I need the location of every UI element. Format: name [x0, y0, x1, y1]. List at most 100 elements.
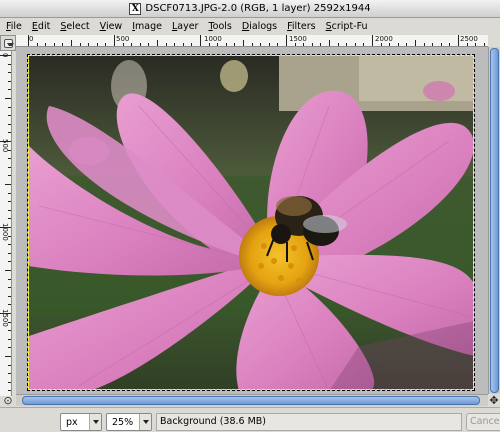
menu-bar: File Edit Select View Image Layer Tools …: [0, 18, 500, 34]
navigate-icon[interactable]: ✥: [488, 395, 500, 407]
ruler-tick: [157, 40, 158, 46]
ruler-tick: [53, 43, 55, 46]
ruler-tick: [432, 43, 434, 46]
ruler-tick: [8, 218, 11, 220]
vertical-ruler[interactable]: 0 500 1000 1500: [0, 51, 12, 396]
status-bar: px 25% Background (38.6 MB) Cancel: [0, 407, 500, 432]
pointer-icon[interactable]: ⊙: [2, 395, 14, 407]
menu-file[interactable]: File: [6, 21, 22, 32]
ruler-tick: [286, 35, 287, 46]
ruler-tick: [200, 35, 201, 46]
menu-edit[interactable]: Edit: [32, 21, 50, 32]
menu-tools[interactable]: Tools: [208, 21, 231, 32]
ruler-tick: [363, 43, 365, 46]
horizontal-ruler[interactable]: 0 500 1000 1500 2000 2500: [16, 35, 488, 47]
menu-view[interactable]: View: [100, 21, 123, 32]
status-message: Background (38.6 MB): [156, 413, 462, 431]
ruler-tick: [8, 261, 11, 263]
ruler-tick: [475, 43, 477, 46]
menu-image[interactable]: Image: [132, 21, 162, 32]
ruler-tick: [483, 43, 485, 46]
ruler-tick: [415, 40, 416, 46]
ruler-tick: [8, 373, 11, 375]
ruler-tick: [329, 40, 330, 46]
menu-select[interactable]: Select: [60, 21, 89, 32]
ruler-label: 1000: [1, 223, 9, 241]
ruler-tick: [36, 43, 38, 46]
unit-value: px: [66, 416, 78, 428]
chevron-down-icon[interactable]: [89, 414, 101, 430]
ruler-tick: [458, 35, 459, 46]
ruler-tick: [380, 43, 382, 46]
ruler-tick: [234, 43, 236, 46]
ruler-tick: [8, 158, 11, 160]
ruler-tick: [8, 295, 11, 297]
ruler-tick: [389, 43, 391, 46]
ruler-tick: [45, 43, 47, 46]
ruler-tick: [8, 123, 11, 125]
unit-selector[interactable]: px: [60, 413, 102, 431]
ruler-tick: [8, 80, 11, 82]
ruler-tick: [174, 43, 176, 46]
menu-filters[interactable]: Filters: [287, 21, 316, 32]
horizontal-scrollbar[interactable]: [16, 394, 488, 406]
image-menu-button[interactable]: [4, 39, 14, 48]
ruler-tick: [8, 201, 11, 203]
ruler-tick: [131, 43, 133, 46]
ruler-tick: [8, 166, 11, 168]
ruler-tick: [8, 287, 11, 289]
ruler-tick: [8, 252, 11, 254]
photo-flower-bee: [29, 56, 473, 389]
ruler-tick: [440, 43, 442, 46]
ruler-tick: [5, 98, 11, 99]
ruler-label: 1500: [289, 35, 307, 43]
ruler-label: 0: [29, 35, 34, 43]
ruler-tick: [8, 63, 11, 65]
ruler-tick: [8, 321, 11, 323]
ruler-tick: [0, 227, 11, 228]
cancel-button[interactable]: Cancel: [466, 413, 500, 431]
ruler-tick: [397, 43, 399, 46]
ruler-corner: [0, 35, 16, 51]
ruler-tick: [139, 43, 141, 46]
ruler-tick: [8, 244, 11, 246]
ruler-tick: [225, 43, 227, 46]
ruler-tick: [191, 43, 193, 46]
menu-script-fu[interactable]: Script-Fu: [326, 21, 368, 32]
ruler-tick: [79, 43, 81, 46]
ruler-tick: [5, 184, 11, 185]
zoom-selector[interactable]: 25%: [106, 413, 152, 431]
ruler-tick: [0, 55, 11, 56]
ruler-tick: [62, 43, 64, 46]
ruler-tick: [217, 43, 219, 46]
chevron-down-icon[interactable]: [139, 414, 151, 430]
vertical-scrollbar[interactable]: [488, 47, 500, 394]
ruler-tick: [182, 43, 184, 46]
ruler-tick: [260, 43, 262, 46]
ruler-tick: [243, 40, 244, 46]
horizontal-scroll-thumb[interactable]: [22, 396, 480, 405]
ruler-tick: [8, 364, 11, 366]
ruler-tick: [8, 390, 11, 392]
ruler-tick: [8, 175, 11, 177]
canvas-area[interactable]: [16, 47, 488, 394]
ruler-tick: [466, 43, 468, 46]
menu-dialogs[interactable]: Dialogs: [242, 21, 277, 32]
menu-layer[interactable]: Layer: [172, 21, 199, 32]
ruler-tick: [148, 43, 150, 46]
ruler-tick: [8, 330, 11, 332]
ruler-tick: [406, 43, 408, 46]
ruler-tick: [165, 43, 167, 46]
ruler-tick: [0, 313, 11, 314]
vertical-scroll-thumb[interactable]: [490, 48, 499, 393]
ruler-label: 2000: [375, 35, 393, 43]
ruler-tick: [268, 43, 270, 46]
ruler-label: 1000: [204, 35, 222, 43]
image-canvas[interactable]: [27, 54, 475, 391]
ruler-tick: [122, 43, 124, 46]
ruler-tick: [277, 43, 279, 46]
ruler-label: 500: [116, 35, 130, 43]
ruler-tick: [114, 35, 115, 46]
ruler-tick: [8, 72, 11, 74]
ruler-tick: [423, 43, 425, 46]
